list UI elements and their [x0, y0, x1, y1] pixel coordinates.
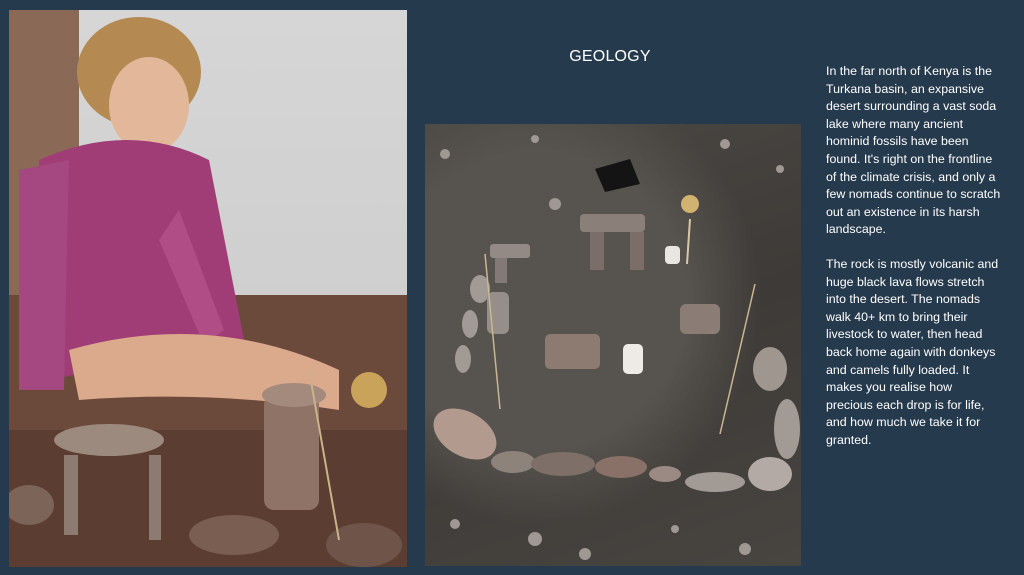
stone-village-photo — [425, 124, 801, 566]
paragraph: In the far north of Kenya is the Turkana… — [826, 64, 1001, 237]
slide-body-text: In the far north of Kenya is the Turkana… — [826, 63, 1001, 449]
slide-title: GEOLOGY — [569, 48, 651, 65]
paragraph: The rock is mostly volcanic and huge bla… — [826, 256, 999, 447]
girl-with-stones-illustration — [9, 10, 407, 567]
slide: GEOLOGY In the far north of Kenya is the… — [0, 0, 1024, 575]
girl-with-stones-photo — [9, 10, 407, 567]
stone-village-illustration — [433, 135, 800, 560]
